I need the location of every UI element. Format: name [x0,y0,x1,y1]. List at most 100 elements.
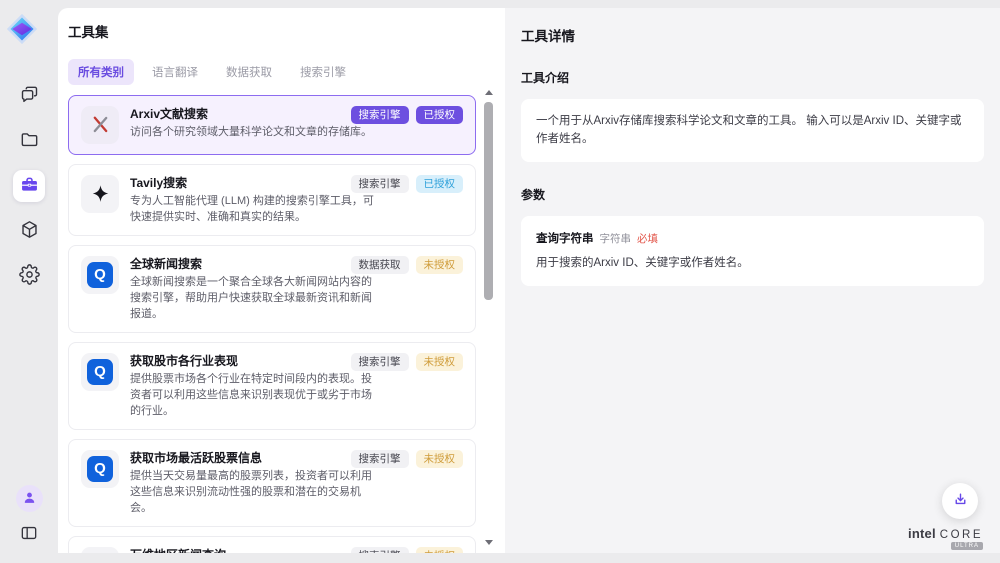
tool-card-body: 万维地区新闻查询 查询具体行政区划内的新闻，快速了解各地新闻动 [130,547,372,553]
tool-icon [81,175,119,213]
app-window: 工具集 所有类别语言翻译数据获取搜索引擎 Arxiv文献搜索 访问各个研究领域大… [0,0,1000,563]
tool-icon [81,106,119,144]
intro-heading: 工具介绍 [521,69,984,86]
tool-detail-pane: 工具详情 工具介绍 一个用于从Arxiv存储库搜索科学论文和文章的工具。 输入可… [505,8,1000,553]
category-tabs: 所有类别语言翻译数据获取搜索引擎 [68,59,505,85]
tool-icon: Q [81,256,119,294]
tool-card-body: 获取股市各行业表现 提供股票市场各个行业在特定时间段内的表现。投资者可以利用这些… [130,353,376,419]
tool-card-body: 全球新闻搜索 全球新闻搜索是一个聚合全球各大新闻网站内容的搜索引擎，帮助用户快速… [130,256,376,322]
category-badge: 搜索引擎 [351,353,409,372]
chat-icon [19,84,40,108]
main-content: 工具集 所有类别语言翻译数据获取搜索引擎 Arxiv文献搜索 访问各个研究领域大… [58,8,1000,553]
tool-icon [81,547,119,553]
tool-card-description: 访问各个研究领域大量科学论文和文章的存储库。 [130,124,372,140]
folder-icon [19,129,40,153]
intel-word: intel [908,526,936,541]
tool-card[interactable]: Tavily搜索 专为人工智能代理 (LLM) 构建的搜索引擎工具，可快速提供实… [68,164,476,236]
list-scrollbar[interactable] [484,88,494,547]
auth-badge: 已授权 [416,175,464,194]
tool-card[interactable]: Q 获取股市各行业表现 提供股票市场各个行业在特定时间段内的表现。投资者可以利用… [68,342,476,430]
tool-card[interactable]: Arxiv文献搜索 访问各个研究领域大量科学论文和文章的存储库。 搜索引擎 已授… [68,95,476,155]
sidebar-toggle-button[interactable] [14,519,44,549]
tool-card-badges: 搜索引擎 未授权 [351,547,464,553]
tool-list-pane: 工具集 所有类别语言翻译数据获取搜索引擎 Arxiv文献搜索 访问各个研究领域大… [58,8,505,553]
intel-core-logo: intel core ULTRA [908,526,983,550]
tool-card-badges: 搜索引擎 未授权 [351,450,464,469]
category-badge: 搜索引擎 [351,450,409,469]
auth-badge: 未授权 [416,547,464,553]
tool-card-body: Tavily搜索 专为人工智能代理 (LLM) 构建的搜索引擎工具，可快速提供实… [130,175,376,225]
scroll-down-arrow-icon[interactable] [485,540,493,545]
sidebar-item-files[interactable] [13,125,45,157]
intel-core-wordmark: intel core [908,526,983,541]
detail-title: 工具详情 [521,25,984,45]
sidebar-bottom [0,485,58,549]
download-button[interactable] [942,483,978,519]
sidebar-item-toolbox[interactable] [13,170,45,202]
sparkle-icon [90,183,111,204]
sidebar-item-settings[interactable] [13,260,45,292]
tool-card-title: 全球新闻搜索 [130,256,376,272]
auth-badge: 未授权 [416,256,464,275]
q-logo-icon: Q [87,359,113,385]
auth-badge: 未授权 [416,450,464,469]
tool-card-title: 获取股市各行业表现 [130,353,376,369]
download-icon [952,491,969,511]
intro-card: 一个用于从Arxiv存储库搜索科学论文和文章的工具。 输入可以是Arxiv ID… [521,99,984,162]
q-logo-icon: Q [87,456,113,482]
params-heading: 参数 [521,186,984,203]
tool-card-badges: 数据获取 未授权 [351,256,464,275]
sidebar-item-models[interactable] [13,215,45,247]
category-tab[interactable]: 数据获取 [216,59,282,85]
param-card: 查询字符串 字符串 必填 用于搜索的Arxiv ID、关键字或作者姓名。 [521,216,984,286]
tool-icon: Q [81,450,119,488]
user-avatar[interactable] [16,485,43,512]
tool-card-description: 提供当天交易量最高的股票列表，投资者可以利用这些信息来识别流动性强的股票和潜在的… [130,468,376,516]
tool-card[interactable]: Q 全球新闻搜索 全球新闻搜索是一个聚合全球各大新闻网站内容的搜索引擎，帮助用户… [68,245,476,333]
toolbox-icon [19,174,40,198]
tool-card-badges: 搜索引擎 未授权 [351,353,464,372]
tool-card-title: 获取市场最活跃股票信息 [130,450,376,466]
category-badge: 搜索引擎 [351,547,409,553]
tool-card-badges: 搜索引擎 已授权 [351,106,464,125]
param-name: 查询字符串 [536,230,594,246]
arxiv-x-icon [90,114,111,135]
panel-layout-icon [19,523,39,546]
tool-card-description: 专为人工智能代理 (LLM) 构建的搜索引擎工具，可快速提供实时、准确和真实的结… [130,193,376,225]
category-badge: 数据获取 [351,256,409,275]
tool-card-body: 获取市场最活跃股票信息 提供当天交易量最高的股票列表，投资者可以利用这些信息来识… [130,450,376,516]
param-required-flag: 必填 [637,231,658,246]
auth-badge: 已授权 [416,106,464,125]
intro-text: 一个用于从Arxiv存储库搜索科学论文和文章的工具。 输入可以是Arxiv ID… [536,112,969,149]
param-type: 字符串 [600,231,632,246]
sidebar-item-chat[interactable] [13,80,45,112]
tool-icon: Q [81,353,119,391]
gear-icon [19,264,40,288]
tool-card-title: Arxiv文献搜索 [130,106,372,122]
tool-card-body: Arxiv文献搜索 访问各个研究领域大量科学论文和文章的存储库。 [130,106,372,144]
category-badge: 搜索引擎 [351,175,409,194]
app-logo-icon [6,13,38,45]
scroll-up-arrow-icon[interactable] [485,90,493,95]
category-tab[interactable]: 所有类别 [68,59,134,85]
ultra-badge: ULTRA [951,542,983,550]
tool-card[interactable]: 万维地区新闻查询 查询具体行政区划内的新闻，快速了解各地新闻动 搜索引擎 未授权 [68,536,476,553]
param-head: 查询字符串 字符串 必填 [536,230,969,246]
q-logo-icon: Q [87,262,113,288]
core-word: core [940,529,983,541]
scrollbar-thumb[interactable] [484,102,493,300]
cube-icon [19,219,40,243]
tool-card-description: 全球新闻搜索是一个聚合全球各大新闻网站内容的搜索引擎，帮助用户快速获取全球最新资… [130,274,376,322]
tool-card[interactable]: Q 获取市场最活跃股票信息 提供当天交易量最高的股票列表，投资者可以利用这些信息… [68,439,476,527]
page-title: 工具集 [68,24,505,42]
sidebar [0,0,58,563]
category-badge: 搜索引擎 [351,106,409,125]
category-tab[interactable]: 搜索引擎 [290,59,356,85]
tool-card-title: Tavily搜索 [130,175,376,191]
category-tab[interactable]: 语言翻译 [142,59,208,85]
person-icon [21,489,38,509]
auth-badge: 未授权 [416,353,464,372]
tool-card-description: 提供股票市场各个行业在特定时间段内的表现。投资者可以利用这些信息来识别表现优于或… [130,371,376,419]
tool-card-title: 万维地区新闻查询 [130,547,372,553]
param-description: 用于搜索的Arxiv ID、关键字或作者姓名。 [536,255,969,272]
